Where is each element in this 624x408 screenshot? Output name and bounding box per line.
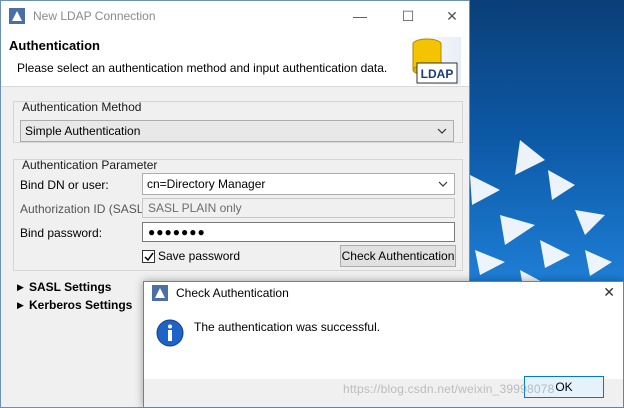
bind-dn-field[interactable]: cn=Directory Manager (142, 173, 455, 195)
auth-method-value: Simple Authentication (25, 124, 141, 138)
minimize-button[interactable]: — (340, 1, 380, 31)
window-titlebar: New LDAP Connection — ☐ ✕ (1, 1, 469, 31)
kerberos-settings-section[interactable]: ▶ Kerberos Settings (17, 298, 132, 312)
authz-id-field: SASL PLAIN only (142, 198, 455, 218)
watermark: https://blog.csdn.net/weixin_39998078 (343, 382, 555, 396)
close-button[interactable]: ✕ (432, 1, 469, 31)
expand-triangle-icon: ▶ (17, 299, 24, 310)
dialog-title: Check Authentication (176, 286, 289, 300)
ldap-database-icon: LDAP (405, 37, 461, 85)
app-icon (152, 285, 168, 301)
sasl-settings-label: SASL Settings (29, 280, 112, 294)
chevron-down-icon (435, 124, 449, 138)
checkmark-icon (143, 252, 154, 261)
authz-id-label: Authorization ID (SASL): (20, 202, 151, 216)
auth-method-group: Authentication Method Simple Authenticat… (13, 100, 463, 143)
auth-method-group-label: Authentication Method (22, 100, 142, 114)
sasl-settings-section[interactable]: ▶ SASL Settings (17, 280, 111, 294)
maximize-button[interactable]: ☐ (388, 1, 428, 31)
ldap-image-label: LDAP (421, 67, 454, 81)
check-authentication-button[interactable]: Check Authentication (340, 245, 456, 267)
expand-triangle-icon: ▶ (17, 281, 24, 292)
window-title: New LDAP Connection (33, 9, 156, 23)
save-password-label: Save password (158, 249, 241, 263)
bind-password-field[interactable]: ●●●●●●● (142, 222, 455, 242)
chevron-down-icon[interactable] (436, 177, 450, 191)
bind-dn-label: Bind DN or user: (20, 178, 109, 192)
info-icon (156, 319, 184, 347)
dialog-close-button[interactable]: ✕ (603, 284, 615, 301)
page-description: Please select an authentication method a… (17, 61, 388, 75)
wizard-header: Authentication Please select an authenti… (1, 31, 469, 87)
save-password-checkbox[interactable] (142, 250, 155, 263)
dialog-titlebar: Check Authentication ✕ (144, 282, 623, 304)
authz-id-placeholder: SASL PLAIN only (148, 201, 242, 215)
page-title: Authentication (9, 38, 100, 53)
auth-method-select[interactable]: Simple Authentication (20, 120, 454, 142)
bind-dn-value: cn=Directory Manager (147, 177, 266, 191)
app-icon (9, 8, 25, 24)
bind-password-label: Bind password: (20, 226, 103, 240)
dialog-message: The authentication was successful. (194, 320, 381, 334)
bind-password-value: ●●●●●●● (148, 225, 206, 239)
auth-parameter-group: Authentication Parameter Bind DN or user… (13, 158, 463, 271)
kerberos-settings-label: Kerberos Settings (29, 298, 133, 312)
auth-parameter-group-label: Authentication Parameter (22, 158, 158, 172)
